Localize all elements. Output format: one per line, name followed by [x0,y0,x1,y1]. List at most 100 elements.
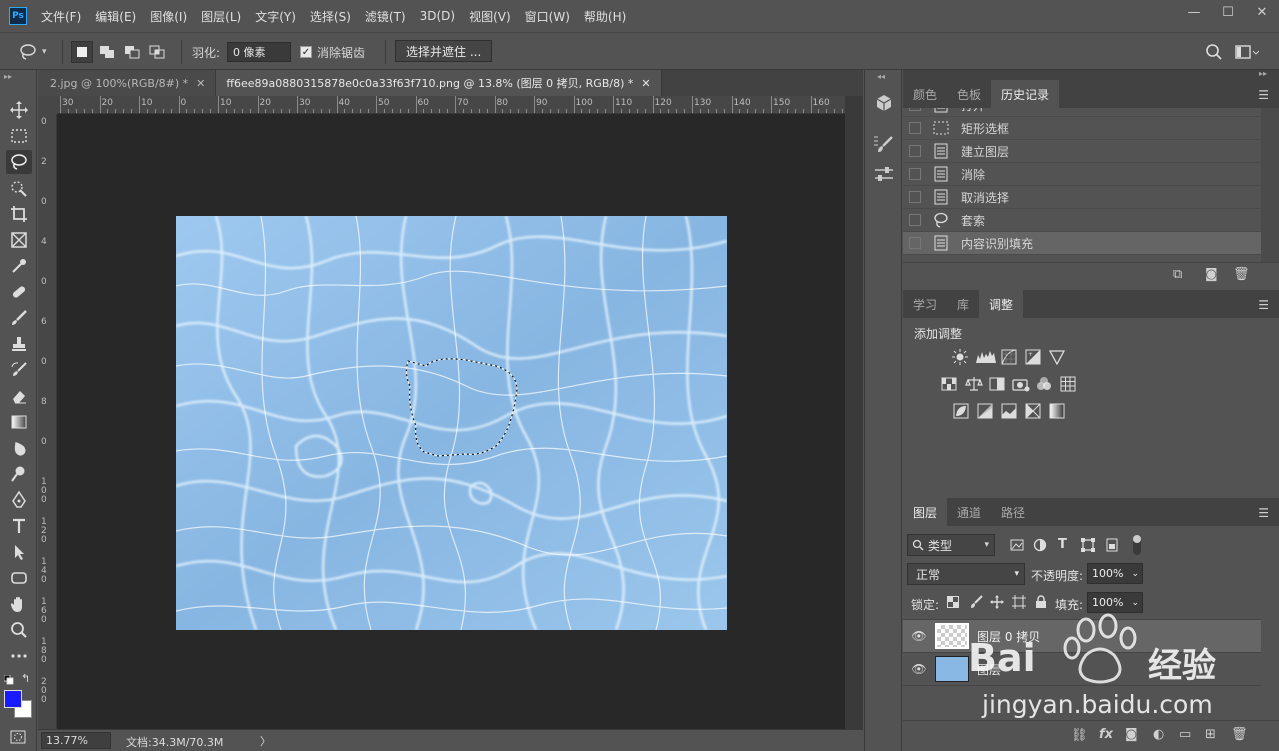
intersect-selection-button[interactable] [146,41,168,63]
fx-icon[interactable]: fx [1099,727,1113,742]
menu-file[interactable]: 文件(F) [41,8,81,25]
tab-document-1[interactable]: 2.jpg @ 100%(RGB/8#) * ✕ [38,70,217,96]
menu-filter[interactable]: 滤镜(T) [365,8,406,25]
path-select-tool[interactable] [6,540,32,564]
healing-brush-tool[interactable] [6,280,32,304]
type-filter-icon[interactable]: T [1058,537,1067,552]
new-document-from-state-icon[interactable]: ⧉ [1173,267,1182,282]
frame-tool[interactable] [6,228,32,252]
default-colors-icon[interactable] [3,674,14,688]
tab-libraries[interactable]: 库 [947,290,979,318]
expand-icon[interactable]: ◂◂ [877,72,885,81]
water-image[interactable] [176,216,727,630]
gradient-tool[interactable] [6,410,32,434]
move-tool[interactable] [6,98,32,122]
menu-layer[interactable]: 图层(L) [201,8,241,25]
camera-icon[interactable]: ◙ [1205,267,1218,282]
color-balance-icon[interactable] [965,376,983,392]
menu-help[interactable]: 帮助(H) [584,8,626,25]
selective-color-icon[interactable] [1025,403,1041,419]
vibrance-icon[interactable] [1049,349,1065,365]
menu-edit[interactable]: 编辑(E) [95,8,136,25]
canvas-area[interactable] [57,114,845,729]
lock-position-icon[interactable] [990,595,1004,609]
menu-window[interactable]: 窗口(W) [525,8,570,25]
zoom-level-field[interactable]: 13.77% [41,732,111,749]
add-selection-button[interactable] [96,41,118,63]
threshold-icon[interactable] [1001,403,1017,419]
layer-name[interactable]: 图层 [977,661,1001,678]
tab-layers[interactable]: 图层 [903,498,948,526]
crop-tool[interactable] [6,202,32,226]
posterize-icon[interactable] [977,403,993,419]
tab-learn[interactable]: 学习 [903,290,947,318]
layer-row[interactable]: 👁 图层 0 拷贝 [903,620,1261,653]
panel-menu-icon[interactable]: ☰ [1258,506,1269,520]
eye-icon[interactable]: 👁 [911,662,927,676]
shape-tool[interactable] [6,566,32,590]
layer-filter-select[interactable]: 类型 ▾ [907,534,995,556]
restore-button[interactable]: ☐ [1211,0,1245,24]
close-icon[interactable]: ✕ [196,77,205,90]
foreground-color-swatch[interactable] [4,690,22,708]
menu-3d[interactable]: 3D(D) [420,9,455,23]
invert-icon[interactable] [953,403,969,419]
tool-presets-dock-button[interactable] [873,164,895,187]
search-icon[interactable] [1205,43,1223,61]
subtract-selection-button[interactable] [121,41,143,63]
lasso-tool[interactable] [6,150,32,174]
new-selection-button[interactable] [71,41,93,63]
tab-swatches[interactable]: 色板 [947,80,991,108]
levels-icon[interactable] [976,349,996,365]
menu-select[interactable]: 选择(S) [310,8,351,25]
antialias-checkbox[interactable]: ✓ [300,46,312,58]
collapse-panels-icon[interactable]: ▸▸ [1259,69,1267,78]
exposure-icon[interactable]: + [1025,349,1041,365]
workspace-icon[interactable] [1235,44,1259,60]
hand-tool[interactable] [6,592,32,616]
history-item[interactable]: 套索 [903,209,1261,232]
fill-input[interactable]: 100% ⌄ [1087,592,1143,613]
blur-tool[interactable] [6,436,32,460]
vertical-ruler[interactable]: 0 2 0 4 0 6 0 8 0 1 0 0 1 2 0 1 4 0 1 6 0 1 8 0 2 0 0 [38,114,57,729]
eraser-tool[interactable] [6,384,32,408]
blend-mode-select[interactable]: 正常 ▾ [907,563,1025,585]
history-item[interactable]: 矩形选框 [903,117,1261,140]
properties-dock-button[interactable] [875,94,893,115]
hue-saturation-icon[interactable] [941,376,957,392]
horizontal-ruler[interactable]: 30 20 10 0 10 20 30 40 50 60 70 80 90 100 110 120 130 140… [57,96,845,114]
pen-tool[interactable] [6,488,32,512]
shape-filter-icon[interactable] [1081,538,1095,552]
brush-tool[interactable] [6,306,32,330]
history-item[interactable]: 打开 [903,108,1261,117]
color-lookup-icon[interactable] [1060,376,1076,392]
photo-filter-icon[interactable] [1012,376,1030,392]
eye-icon[interactable]: 👁 [911,629,927,643]
tab-document-2[interactable]: ff6ee89a0880315878e0c0a33f63f710.png @ 1… [216,70,662,96]
tab-color[interactable]: 颜色 [903,80,947,108]
marquee-tool[interactable] [6,124,32,148]
history-item-selected[interactable]: 内容识别填充 [903,232,1261,255]
close-button[interactable]: ✕ [1245,0,1279,24]
filter-toggle[interactable] [1133,535,1141,555]
gradient-map-icon[interactable] [1049,403,1065,419]
clone-stamp-tool[interactable] [6,332,32,356]
history-scrollbar-thumb[interactable] [1265,178,1275,258]
folder-icon[interactable]: ▭ [1179,727,1191,742]
lock-artboard-icon[interactable] [1012,595,1026,609]
tab-history[interactable]: 历史记录 [991,80,1060,108]
zoom-tool[interactable] [6,618,32,642]
link-icon[interactable]: ⛓ [1071,728,1088,743]
trash-icon[interactable]: 🗑 [1231,727,1248,742]
pixel-filter-icon[interactable] [1010,538,1024,552]
select-and-mask-button[interactable]: 选择并遮住 ... [395,40,493,62]
mask-icon[interactable]: ◙ [1125,727,1138,742]
history-item[interactable]: 取消选择 [903,186,1261,209]
quick-mask-button[interactable] [10,730,26,747]
curves-icon[interactable] [1001,349,1017,365]
panel-menu-icon[interactable]: ☰ [1258,88,1269,102]
black-white-icon[interactable] [989,376,1005,392]
adjustment-layer-icon[interactable]: ◐ [1153,727,1164,742]
minimize-button[interactable]: — [1177,0,1211,24]
brightness-icon[interactable] [952,349,968,365]
